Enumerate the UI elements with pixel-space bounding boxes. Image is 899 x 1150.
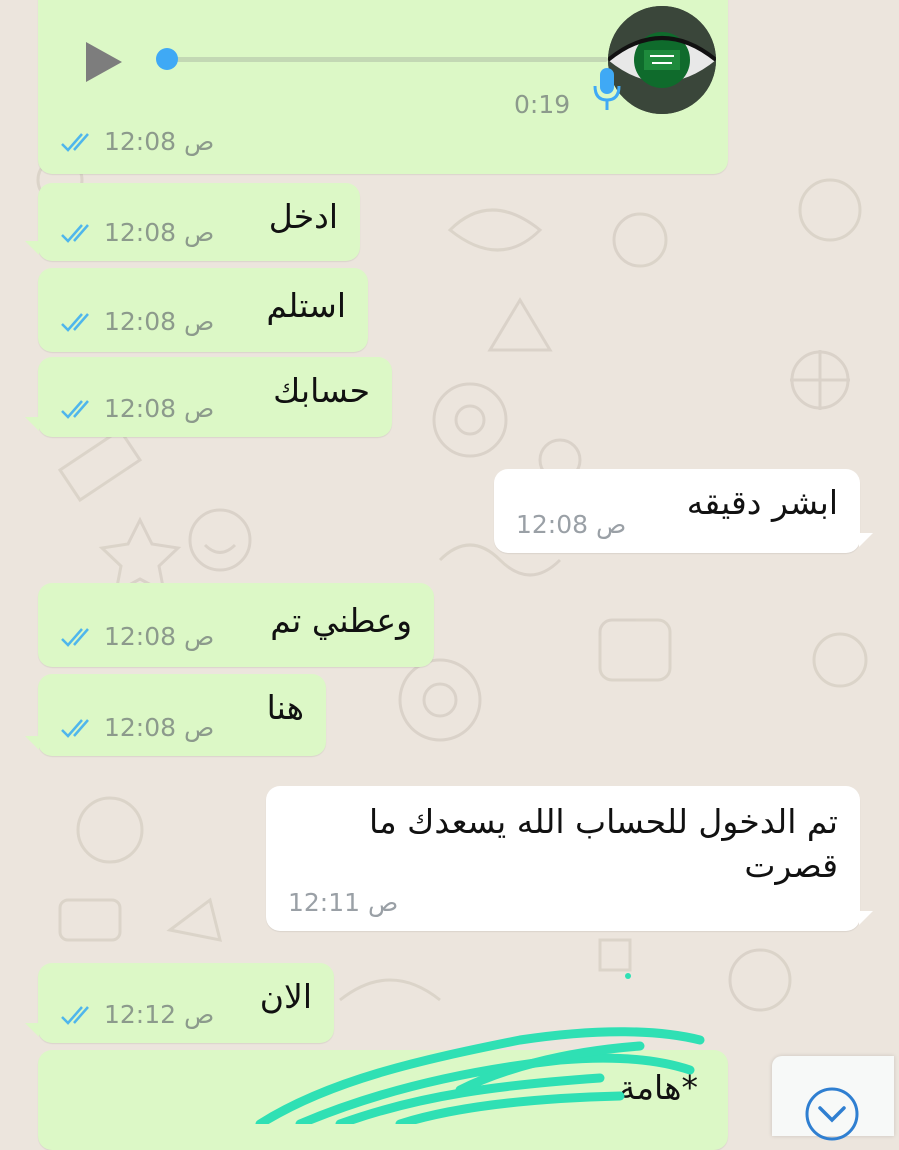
message-bubble-outgoing[interactable]: ادخل 12:08 ص	[25, 183, 360, 261]
message-time: 12:08	[104, 307, 177, 336]
message-time: 12:11	[288, 888, 361, 917]
voice-progress-knob[interactable]	[156, 48, 178, 70]
message-meta: 12:08 ص	[60, 713, 214, 742]
double-check-icon	[61, 312, 89, 332]
message-text: الان	[259, 977, 312, 1016]
am-pm-label: ص	[184, 307, 215, 336]
message-text-line: قصرت	[744, 846, 838, 885]
am-pm-label: ص	[184, 1000, 215, 1029]
double-check-icon	[61, 223, 89, 243]
message-text: وعطني تم	[270, 601, 412, 640]
message-time: 12:12	[104, 1000, 177, 1029]
message-bubble-outgoing[interactable]: استلم 12:08 ص	[38, 268, 368, 352]
scroll-to-bottom-button[interactable]	[772, 1056, 894, 1141]
am-pm-label: ص	[596, 510, 627, 539]
am-pm-label: ص	[184, 218, 215, 247]
message-meta: 12:08 ص	[60, 127, 214, 156]
am-pm-label: ص	[368, 888, 399, 917]
voice-message-bubble[interactable]: 0:19 12:08 ص	[38, 0, 728, 174]
am-pm-label: ص	[184, 394, 215, 423]
am-pm-label: ص	[184, 622, 215, 651]
message-meta: 12:08 ص	[516, 510, 626, 539]
message-meta: 12:08 ص	[60, 394, 214, 423]
message-text: ادخل	[268, 197, 338, 236]
microphone-icon	[593, 68, 621, 110]
message-bubble-partial[interactable]: *هامة	[38, 1050, 728, 1150]
chevron-down-circle-icon	[805, 1087, 859, 1141]
voice-progress-track[interactable]	[168, 57, 608, 62]
message-time: 12:08	[104, 218, 177, 247]
message-meta: 12:11 ص	[288, 888, 398, 917]
double-check-icon	[61, 399, 89, 419]
double-check-icon	[61, 132, 89, 152]
message-time: 12:08	[104, 622, 177, 651]
message-bubble-outgoing[interactable]: الان 12:12 ص	[25, 963, 334, 1043]
avatar-eye-flag[interactable]	[608, 6, 716, 114]
message-time: 12:08	[104, 713, 177, 742]
double-check-icon	[61, 627, 89, 647]
message-time: 12:08	[516, 510, 589, 539]
message-text: هنا	[266, 688, 304, 727]
double-check-icon	[61, 1005, 89, 1025]
am-pm-label: ص	[184, 127, 215, 156]
message-meta: 12:08 ص	[60, 307, 214, 336]
message-text: *هامة	[618, 1068, 698, 1107]
message-text: تم الدخول للحساب الله يسعدك ما قصرت	[369, 800, 838, 888]
message-time: 12:08	[104, 127, 177, 156]
voice-duration: 0:19	[514, 90, 571, 119]
message-bubble-outgoing[interactable]: هنا 12:08 ص	[25, 674, 326, 756]
play-icon[interactable]	[78, 38, 126, 86]
message-bubble-incoming[interactable]: تم الدخول للحساب الله يسعدك ما قصرت 12:1…	[266, 786, 873, 931]
message-bubble-incoming[interactable]: ابشر دقيقه 12:08 ص	[494, 469, 873, 553]
message-bubble-outgoing[interactable]: حسابك 12:08 ص	[25, 357, 392, 437]
am-pm-label: ص	[184, 713, 215, 742]
message-text: حسابك	[273, 371, 370, 410]
message-meta: 12:08 ص	[60, 622, 214, 651]
message-text: ابشر دقيقه	[686, 483, 838, 522]
message-time: 12:08	[104, 394, 177, 423]
message-meta: 12:08 ص	[60, 218, 214, 247]
message-text: استلم	[266, 286, 346, 325]
message-bubble-outgoing[interactable]: وعطني تم 12:08 ص	[38, 583, 434, 667]
double-check-icon	[61, 718, 89, 738]
message-text-line: تم الدخول للحساب الله يسعدك ما	[368, 802, 838, 841]
message-meta: 12:12 ص	[60, 1000, 214, 1029]
